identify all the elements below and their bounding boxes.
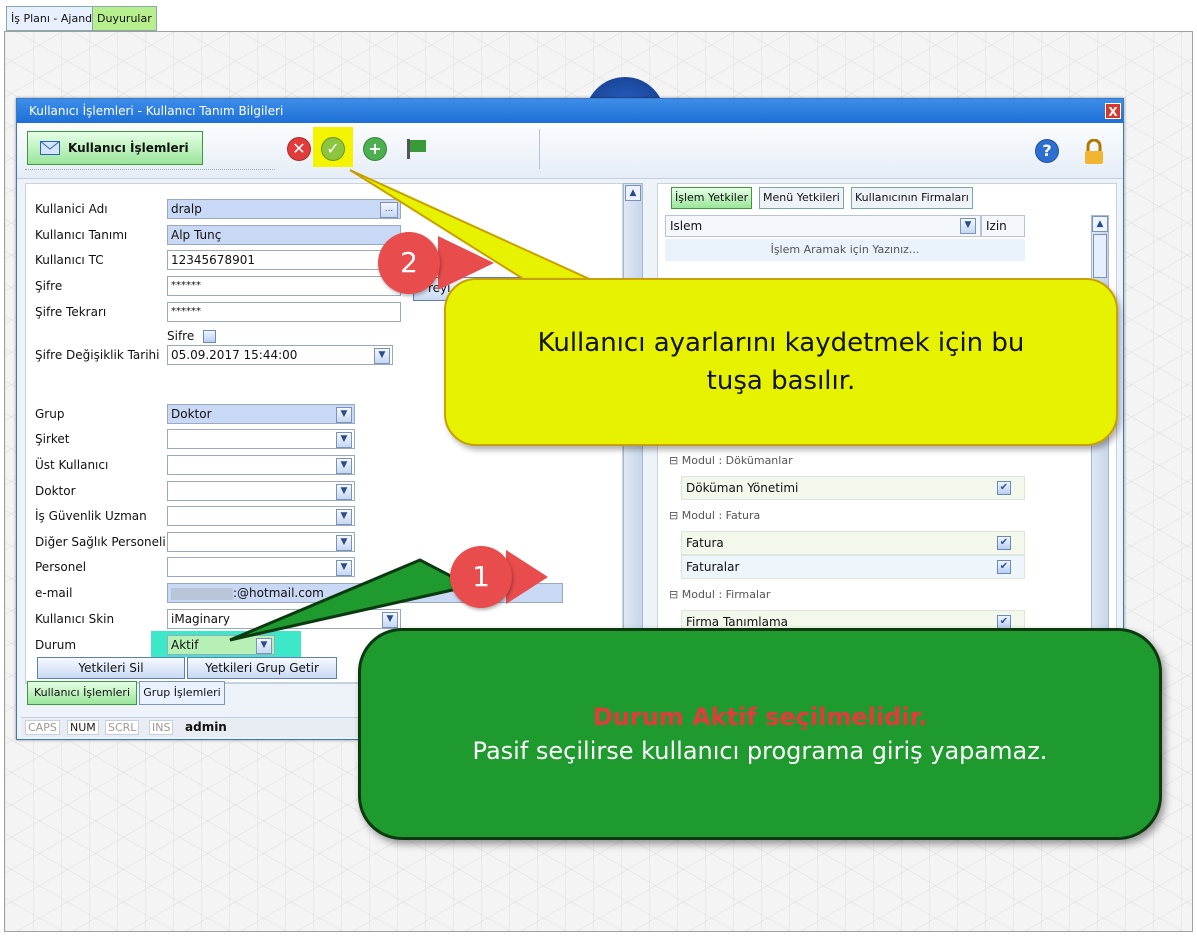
callout-save-text: Kullanıcı ayarlarını kaydetmek için bu t…	[537, 328, 1025, 396]
badge-1-circle: 1	[450, 546, 512, 608]
badge-2: 2	[378, 232, 498, 294]
callout-save: Kullanıcı ayarlarını kaydetmek için bu t…	[444, 278, 1118, 446]
callout-status-title: Durum Aktif seçilmelidir.	[592, 703, 928, 731]
callout-status: Durum Aktif seçilmelidir. Pasif seçilirs…	[358, 628, 1162, 840]
badge-2-circle: 2	[378, 232, 440, 294]
callout-status-body: Pasif seçilirse kullanıcı programa giriş…	[472, 737, 1048, 765]
badge-1: 1	[450, 546, 550, 608]
